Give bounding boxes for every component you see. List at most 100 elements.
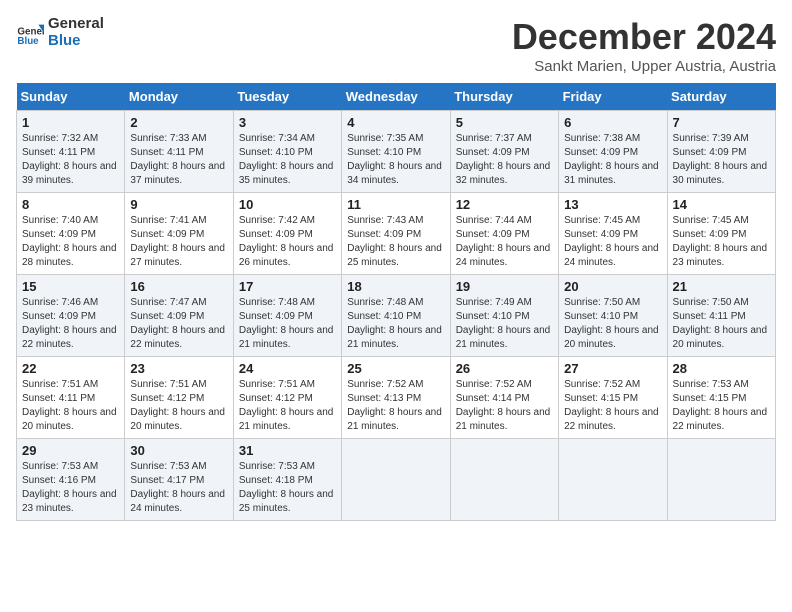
day-info: Sunrise: 7:37 AM Sunset: 4:09 PM Dayligh…: [456, 132, 553, 188]
logo: General Blue General Blue: [16, 16, 104, 49]
header-day-saturday: Saturday: [667, 83, 775, 111]
day-cell: 12 Sunrise: 7:44 AM Sunset: 4:09 PM Dayl…: [450, 193, 558, 275]
day-number: 3: [239, 115, 336, 130]
day-info: Sunrise: 7:48 AM Sunset: 4:09 PM Dayligh…: [239, 296, 336, 352]
day-number: 22: [22, 361, 119, 376]
day-info: Sunrise: 7:51 AM Sunset: 4:11 PM Dayligh…: [22, 378, 119, 434]
day-info: Sunrise: 7:53 AM Sunset: 4:15 PM Dayligh…: [673, 378, 770, 434]
day-cell: 21 Sunrise: 7:50 AM Sunset: 4:11 PM Dayl…: [667, 275, 775, 357]
header-day-friday: Friday: [559, 83, 667, 111]
week-row-1: 1 Sunrise: 7:32 AM Sunset: 4:11 PM Dayli…: [17, 111, 776, 193]
day-info: Sunrise: 7:51 AM Sunset: 4:12 PM Dayligh…: [239, 378, 336, 434]
header-day-tuesday: Tuesday: [233, 83, 341, 111]
week-row-4: 22 Sunrise: 7:51 AM Sunset: 4:11 PM Dayl…: [17, 357, 776, 439]
day-info: Sunrise: 7:35 AM Sunset: 4:10 PM Dayligh…: [347, 132, 444, 188]
day-cell: 29 Sunrise: 7:53 AM Sunset: 4:16 PM Dayl…: [17, 439, 125, 521]
calendar-subtitle: Sankt Marien, Upper Austria, Austria: [512, 58, 776, 75]
day-info: Sunrise: 7:34 AM Sunset: 4:10 PM Dayligh…: [239, 132, 336, 188]
day-number: 30: [130, 443, 227, 458]
day-info: Sunrise: 7:45 AM Sunset: 4:09 PM Dayligh…: [564, 214, 661, 270]
header-day-wednesday: Wednesday: [342, 83, 450, 111]
day-number: 2: [130, 115, 227, 130]
day-cell: [667, 439, 775, 521]
page-header: General Blue General Blue December 2024 …: [16, 16, 776, 75]
day-number: 16: [130, 279, 227, 294]
day-cell: 27 Sunrise: 7:52 AM Sunset: 4:15 PM Dayl…: [559, 357, 667, 439]
day-cell: 31 Sunrise: 7:53 AM Sunset: 4:18 PM Dayl…: [233, 439, 341, 521]
logo-line1: General: [48, 16, 104, 33]
day-number: 29: [22, 443, 119, 458]
day-cell: 30 Sunrise: 7:53 AM Sunset: 4:17 PM Dayl…: [125, 439, 233, 521]
day-info: Sunrise: 7:43 AM Sunset: 4:09 PM Dayligh…: [347, 214, 444, 270]
day-info: Sunrise: 7:53 AM Sunset: 4:16 PM Dayligh…: [22, 460, 119, 516]
day-number: 27: [564, 361, 661, 376]
calendar-table: SundayMondayTuesdayWednesdayThursdayFrid…: [16, 83, 776, 521]
day-info: Sunrise: 7:51 AM Sunset: 4:12 PM Dayligh…: [130, 378, 227, 434]
day-cell: 4 Sunrise: 7:35 AM Sunset: 4:10 PM Dayli…: [342, 111, 450, 193]
day-number: 26: [456, 361, 553, 376]
calendar-title: December 2024: [512, 16, 776, 58]
day-cell: 8 Sunrise: 7:40 AM Sunset: 4:09 PM Dayli…: [17, 193, 125, 275]
week-row-5: 29 Sunrise: 7:53 AM Sunset: 4:16 PM Dayl…: [17, 439, 776, 521]
day-number: 6: [564, 115, 661, 130]
day-number: 1: [22, 115, 119, 130]
day-info: Sunrise: 7:48 AM Sunset: 4:10 PM Dayligh…: [347, 296, 444, 352]
day-cell: 17 Sunrise: 7:48 AM Sunset: 4:09 PM Dayl…: [233, 275, 341, 357]
day-number: 15: [22, 279, 119, 294]
day-number: 18: [347, 279, 444, 294]
day-cell: 14 Sunrise: 7:45 AM Sunset: 4:09 PM Dayl…: [667, 193, 775, 275]
day-number: 20: [564, 279, 661, 294]
day-cell: 25 Sunrise: 7:52 AM Sunset: 4:13 PM Dayl…: [342, 357, 450, 439]
day-info: Sunrise: 7:52 AM Sunset: 4:15 PM Dayligh…: [564, 378, 661, 434]
header-day-sunday: Sunday: [17, 83, 125, 111]
header-day-monday: Monday: [125, 83, 233, 111]
day-number: 24: [239, 361, 336, 376]
day-number: 21: [673, 279, 770, 294]
day-number: 12: [456, 197, 553, 212]
header-day-thursday: Thursday: [450, 83, 558, 111]
day-info: Sunrise: 7:52 AM Sunset: 4:14 PM Dayligh…: [456, 378, 553, 434]
day-cell: 7 Sunrise: 7:39 AM Sunset: 4:09 PM Dayli…: [667, 111, 775, 193]
day-cell: 23 Sunrise: 7:51 AM Sunset: 4:12 PM Dayl…: [125, 357, 233, 439]
day-cell: 2 Sunrise: 7:33 AM Sunset: 4:11 PM Dayli…: [125, 111, 233, 193]
week-row-2: 8 Sunrise: 7:40 AM Sunset: 4:09 PM Dayli…: [17, 193, 776, 275]
day-number: 13: [564, 197, 661, 212]
day-cell: 20 Sunrise: 7:50 AM Sunset: 4:10 PM Dayl…: [559, 275, 667, 357]
calendar-header: SundayMondayTuesdayWednesdayThursdayFrid…: [17, 83, 776, 111]
day-cell: 13 Sunrise: 7:45 AM Sunset: 4:09 PM Dayl…: [559, 193, 667, 275]
day-number: 23: [130, 361, 227, 376]
day-number: 9: [130, 197, 227, 212]
day-info: Sunrise: 7:52 AM Sunset: 4:13 PM Dayligh…: [347, 378, 444, 434]
title-area: December 2024 Sankt Marien, Upper Austri…: [512, 16, 776, 75]
day-info: Sunrise: 7:53 AM Sunset: 4:17 PM Dayligh…: [130, 460, 227, 516]
day-number: 14: [673, 197, 770, 212]
day-info: Sunrise: 7:49 AM Sunset: 4:10 PM Dayligh…: [456, 296, 553, 352]
day-cell: [450, 439, 558, 521]
header-row: SundayMondayTuesdayWednesdayThursdayFrid…: [17, 83, 776, 111]
day-cell: 26 Sunrise: 7:52 AM Sunset: 4:14 PM Dayl…: [450, 357, 558, 439]
day-cell: 5 Sunrise: 7:37 AM Sunset: 4:09 PM Dayli…: [450, 111, 558, 193]
day-info: Sunrise: 7:44 AM Sunset: 4:09 PM Dayligh…: [456, 214, 553, 270]
day-info: Sunrise: 7:53 AM Sunset: 4:18 PM Dayligh…: [239, 460, 336, 516]
day-number: 31: [239, 443, 336, 458]
day-cell: 3 Sunrise: 7:34 AM Sunset: 4:10 PM Dayli…: [233, 111, 341, 193]
day-info: Sunrise: 7:50 AM Sunset: 4:11 PM Dayligh…: [673, 296, 770, 352]
day-number: 11: [347, 197, 444, 212]
day-number: 25: [347, 361, 444, 376]
day-info: Sunrise: 7:45 AM Sunset: 4:09 PM Dayligh…: [673, 214, 770, 270]
day-info: Sunrise: 7:50 AM Sunset: 4:10 PM Dayligh…: [564, 296, 661, 352]
day-info: Sunrise: 7:42 AM Sunset: 4:09 PM Dayligh…: [239, 214, 336, 270]
day-info: Sunrise: 7:41 AM Sunset: 4:09 PM Dayligh…: [130, 214, 227, 270]
logo-line2: Blue: [48, 33, 104, 50]
day-info: Sunrise: 7:33 AM Sunset: 4:11 PM Dayligh…: [130, 132, 227, 188]
day-cell: 18 Sunrise: 7:48 AM Sunset: 4:10 PM Dayl…: [342, 275, 450, 357]
day-cell: 28 Sunrise: 7:53 AM Sunset: 4:15 PM Dayl…: [667, 357, 775, 439]
day-number: 10: [239, 197, 336, 212]
day-cell: 22 Sunrise: 7:51 AM Sunset: 4:11 PM Dayl…: [17, 357, 125, 439]
day-number: 7: [673, 115, 770, 130]
day-cell: 24 Sunrise: 7:51 AM Sunset: 4:12 PM Dayl…: [233, 357, 341, 439]
day-cell: 11 Sunrise: 7:43 AM Sunset: 4:09 PM Dayl…: [342, 193, 450, 275]
day-cell: 1 Sunrise: 7:32 AM Sunset: 4:11 PM Dayli…: [17, 111, 125, 193]
day-number: 19: [456, 279, 553, 294]
day-cell: 16 Sunrise: 7:47 AM Sunset: 4:09 PM Dayl…: [125, 275, 233, 357]
